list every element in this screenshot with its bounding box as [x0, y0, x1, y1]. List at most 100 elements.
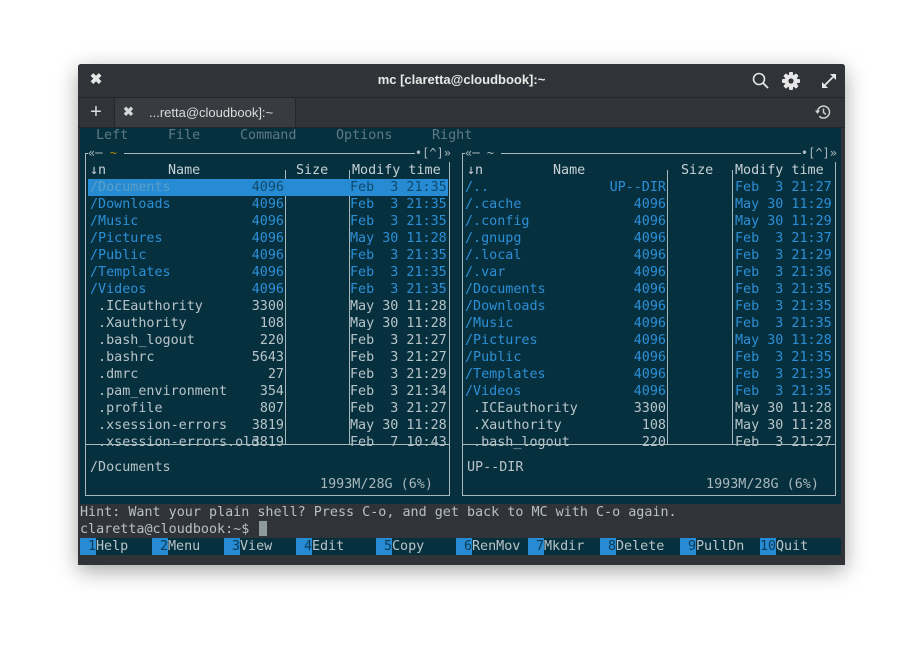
panel-top-right[interactable]: •[^]»	[414, 145, 451, 162]
menu-options[interactable]: Options	[336, 128, 392, 143]
file-row[interactable]: .Xauthority 108 May 30 11:28	[88, 315, 448, 332]
maximize-button[interactable]	[819, 71, 839, 91]
fkey-label: Copy	[392, 539, 425, 554]
file-name: /Downloads	[465, 299, 546, 314]
fkey-view[interactable]: 3View	[224, 538, 272, 555]
file-row[interactable]: .pam_environment 354 Feb 3 21:34	[88, 383, 448, 400]
shell-prompt[interactable]: claretta@cloudbook:~$	[80, 521, 268, 538]
terminal-window: ✖ mc [claretta@cloudbook]:~ + ✖ ...retta…	[78, 64, 845, 565]
menu-right[interactable]: Right	[432, 128, 472, 143]
directory-row[interactable]: /Pictures 4096 May 30 11:28	[88, 230, 448, 247]
fkey-number: 9	[680, 538, 696, 555]
file-row[interactable]: .Xauthority 108 May 30 11:28	[463, 417, 835, 434]
file-size: 4096	[633, 265, 666, 280]
directory-row[interactable]: /Videos 4096 Feb 3 21:35	[463, 383, 835, 400]
directory-row[interactable]: /.var 4096 Feb 3 21:36	[463, 264, 835, 281]
column-name[interactable]: Name	[168, 162, 200, 179]
file-name: .ICEauthority	[465, 401, 578, 416]
file-name: /Documents	[465, 282, 546, 297]
fkey-copy[interactable]: 5Copy	[376, 538, 424, 555]
menu-left[interactable]: Left	[96, 128, 128, 143]
fkey-renmov[interactable]: 6RenMov	[456, 538, 520, 555]
file-mtime: Feb 3 21:35	[735, 367, 832, 382]
file-mtime: Feb 3 21:35	[350, 248, 447, 263]
column-mtime[interactable]: Modify time	[352, 162, 441, 179]
panel-top-right[interactable]: •[^]»	[800, 145, 837, 162]
history-button[interactable]	[813, 102, 833, 122]
file-mtime: May 30 11:28	[350, 418, 447, 433]
panel-history-button[interactable]: «─	[465, 146, 479, 160]
file-size: 220	[641, 435, 666, 450]
fkey-mkdir[interactable]: 7Mkdir	[528, 538, 584, 555]
file-mtime: Feb 3 21:27	[350, 350, 447, 365]
fkey-number: 4	[296, 538, 312, 555]
fkey-label: Help	[96, 539, 129, 554]
file-row[interactable]: .bashrc 5643 Feb 3 21:27	[88, 349, 448, 366]
column-name[interactable]: Name	[553, 162, 585, 179]
sort-indicator[interactable]: ↓n	[90, 162, 106, 179]
directory-row[interactable]: /Templates 4096 Feb 3 21:35	[88, 264, 448, 281]
menu-bar: Left File Command Options Right	[80, 128, 841, 145]
file-name: .bash_logout	[90, 333, 195, 348]
file-mtime: Feb 3 21:27	[350, 333, 447, 348]
tab-terminal[interactable]: ✖ ...retta@cloudbook]:~	[114, 98, 296, 127]
fkey-help[interactable]: 1Help	[80, 538, 128, 555]
directory-row[interactable]: /.config 4096 May 30 11:29	[463, 213, 835, 230]
file-row[interactable]: .bash_logout 220 Feb 3 21:27	[88, 332, 448, 349]
file-row[interactable]: .ICEauthority 3300 May 30 11:28	[88, 298, 448, 315]
panel-history-button[interactable]: «─	[88, 146, 102, 160]
file-row[interactable]: .xsession-errors.old 3819 Feb 7 10:43	[88, 434, 448, 451]
directory-row[interactable]: /Videos 4096 Feb 3 21:35	[88, 281, 448, 298]
fkey-menu[interactable]: 2Menu	[152, 538, 200, 555]
directory-row[interactable]: /Public 4096 Feb 3 21:35	[88, 247, 448, 264]
fkey-edit[interactable]: 4Edit	[296, 538, 344, 555]
file-size: 4096	[251, 180, 284, 195]
panel-separator	[85, 444, 450, 445]
fkey-label: Edit	[312, 539, 345, 554]
right-panel[interactable]: «─ ~ •[^]» ↓n Name Size Modify time /.. U…	[457, 145, 841, 504]
directory-row[interactable]: /Documents 4096 Feb 3 21:35	[463, 281, 835, 298]
fkey-pulldn[interactable]: 9PullDn	[680, 538, 744, 555]
directory-row[interactable]: /.cache 4096 May 30 11:29	[463, 196, 835, 213]
directory-row[interactable]: /Public 4096 Feb 3 21:35	[463, 349, 835, 366]
new-tab-button[interactable]: +	[86, 101, 106, 123]
search-icon	[752, 72, 769, 89]
fkey-label: Mkdir	[544, 539, 585, 554]
fkey-delete[interactable]: 8Delete	[600, 538, 664, 555]
directory-row[interactable]: /Downloads 4096 Feb 3 21:35	[463, 298, 835, 315]
column-size[interactable]: Size	[296, 162, 328, 179]
file-row[interactable]: .ICEauthority 3300 May 30 11:28	[463, 400, 835, 417]
sort-indicator[interactable]: ↓n	[467, 162, 483, 179]
panel-status: /Documents	[90, 460, 171, 475]
close-tab-button[interactable]: ✖	[123, 103, 137, 121]
file-name: /Downloads	[90, 197, 171, 212]
settings-button[interactable]	[781, 71, 801, 91]
file-row[interactable]: .dmrc 27 Feb 3 21:29	[88, 366, 448, 383]
directory-row[interactable]: /Documents 4096 Feb 3 21:35	[88, 179, 448, 196]
column-size[interactable]: Size	[681, 162, 713, 179]
file-row[interactable]: .profile 807 Feb 3 21:27	[88, 400, 448, 417]
file-size: 5643	[251, 350, 284, 365]
plus-icon: +	[90, 101, 102, 123]
file-row[interactable]: .bash_logout 220 Feb 3 21:27	[463, 434, 835, 451]
directory-row[interactable]: /Music 4096 Feb 3 21:35	[88, 213, 448, 230]
directory-row[interactable]: /.. UP--DIR Feb 3 21:27	[463, 179, 835, 196]
column-mtime[interactable]: Modify time	[735, 162, 824, 179]
directory-row[interactable]: /Downloads 4096 Feb 3 21:35	[88, 196, 448, 213]
left-panel[interactable]: «─ ~ •[^]» ↓n Name Size Modify time /Doc…	[80, 145, 455, 504]
fkey-quit[interactable]: 10Quit	[760, 538, 808, 555]
file-row[interactable]: .xsession-errors 3819 May 30 11:28	[88, 417, 448, 434]
file-size: 4096	[633, 248, 666, 263]
terminal-area[interactable]: Left File Command Options Right «─ ~ •[^…	[78, 128, 845, 565]
directory-row[interactable]: /.gnupg 4096 Feb 3 21:37	[463, 230, 835, 247]
search-button[interactable]	[751, 71, 771, 91]
file-mtime: Feb 3 21:35	[735, 299, 832, 314]
menu-command[interactable]: Command	[240, 128, 296, 143]
fkey-label: PullDn	[696, 539, 745, 554]
directory-row[interactable]: /Templates 4096 Feb 3 21:35	[463, 366, 835, 383]
menu-file[interactable]: File	[168, 128, 200, 143]
file-mtime: Feb 3 21:34	[350, 384, 447, 399]
directory-row[interactable]: /Music 4096 Feb 3 21:35	[463, 315, 835, 332]
directory-row[interactable]: /Pictures 4096 May 30 11:28	[463, 332, 835, 349]
directory-row[interactable]: /.local 4096 Feb 3 21:29	[463, 247, 835, 264]
